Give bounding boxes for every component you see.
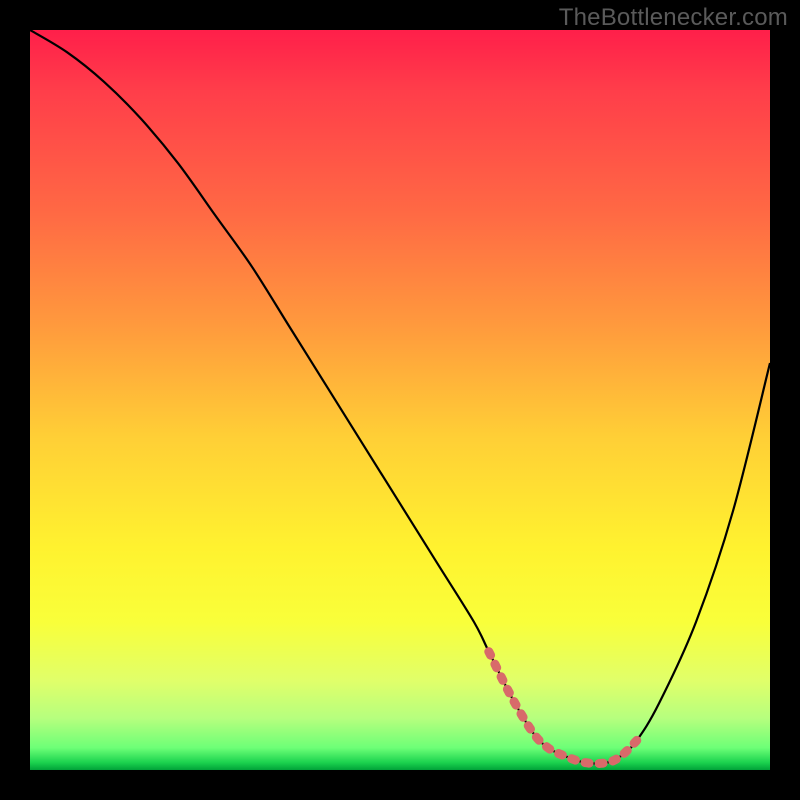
bottleneck-curve: [30, 30, 770, 764]
chart-frame: TheBottlenecker.com: [0, 0, 800, 800]
highlight-segment: [489, 652, 637, 764]
watermark-text: TheBottlenecker.com: [559, 4, 788, 32]
curve-layer: [30, 30, 770, 770]
plot-area: [30, 30, 770, 770]
